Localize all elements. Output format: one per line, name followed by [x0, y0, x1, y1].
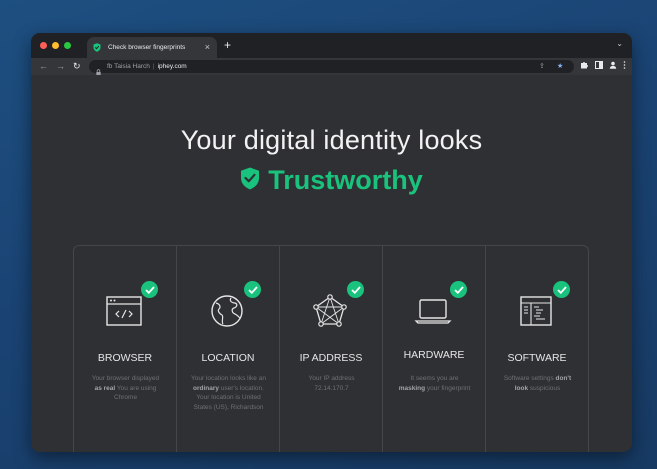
tab-close-icon[interactable]: × [205, 42, 210, 52]
browser-tab[interactable]: Check browser fingerprints × [87, 37, 217, 58]
shield-check-icon [240, 167, 260, 195]
card-description: Your IP address 72.14.170.7 [308, 375, 355, 392]
tab-title: Check browser fingerprints [108, 44, 186, 51]
card-description: Your browser displayed as real You are u… [91, 375, 160, 401]
back-icon[interactable]: ← [39, 60, 48, 72]
card-browser: BROWSER Your browser displayed as real Y… [74, 246, 177, 452]
sidebar-icon[interactable] [595, 61, 603, 72]
card-description: Software settings don't look suspicious [503, 375, 572, 392]
browser-toolbar: ← → ↻ fb Taisia Harch | iphey.com ⇪ ★ [31, 58, 632, 76]
forward-icon[interactable]: → [56, 60, 65, 72]
menu-icon[interactable] [623, 61, 626, 72]
card-title: BROWSER [97, 352, 153, 364]
shield-favicon-icon [93, 43, 102, 53]
card-software: SOFTWARE Software settings don't look su… [486, 246, 588, 452]
page-content: Your digital identity looks Trustworthy … [31, 75, 632, 452]
close-window-button[interactable] [40, 42, 47, 49]
share-icon[interactable]: ⇪ [539, 62, 545, 71]
card-description: Your location looks like an ordinary use… [191, 375, 266, 411]
url-profile: fb Taisia Harch [107, 63, 150, 70]
software-icon [516, 293, 556, 334]
card-ip-address: IP ADDRESS Your IP address 72.14.170.7 [280, 246, 383, 452]
laptop-icon [413, 293, 453, 334]
bookmark-star-icon[interactable]: ★ [557, 62, 563, 71]
network-icon [310, 293, 350, 334]
card-title: HARDWARE [403, 349, 465, 361]
tab-bar: Check browser fingerprints × + ⌄ [31, 33, 632, 58]
card-title: SOFTWARE [507, 352, 567, 364]
window-controls [40, 42, 71, 49]
check-icon [450, 281, 467, 298]
url-text[interactable]: fb Taisia Harch | iphey.com [107, 62, 187, 71]
card-title: IP ADDRESS [299, 352, 363, 364]
reload-icon[interactable]: ↻ [73, 60, 81, 72]
maximize-window-button[interactable] [64, 42, 71, 49]
url-domain: iphey.com [157, 63, 187, 70]
check-icon [141, 281, 158, 298]
verdict-text: Trustworthy [268, 165, 423, 195]
check-icon [347, 281, 364, 298]
check-icon [553, 281, 570, 298]
headline: Your digital identity looks [180, 125, 483, 155]
code-window-icon [104, 293, 144, 334]
minimize-window-button[interactable] [52, 42, 59, 49]
card-title: LOCATION [201, 352, 255, 364]
result-cards: BROWSER Your browser displayed as real Y… [73, 245, 589, 452]
check-icon [244, 281, 261, 298]
address-bar[interactable]: fb Taisia Harch | iphey.com ⇪ ★ [89, 60, 574, 76]
profile-icon[interactable] [609, 61, 617, 72]
browser-window: Check browser fingerprints × + ⌄ ← → ↻ f… [31, 33, 632, 452]
globe-icon [207, 293, 247, 334]
card-hardware: HARDWARE It seems you are masking your f… [383, 246, 486, 452]
new-tab-button[interactable]: + [224, 39, 231, 51]
url-separator: | [152, 63, 155, 70]
tab-search-icon[interactable]: ⌄ [616, 39, 623, 48]
extensions-icon[interactable] [580, 61, 588, 72]
verdict: Trustworthy [31, 165, 632, 196]
card-description: It seems you are masking your fingerprin… [398, 375, 471, 392]
card-location: LOCATION Your location looks like an ord… [177, 246, 280, 452]
